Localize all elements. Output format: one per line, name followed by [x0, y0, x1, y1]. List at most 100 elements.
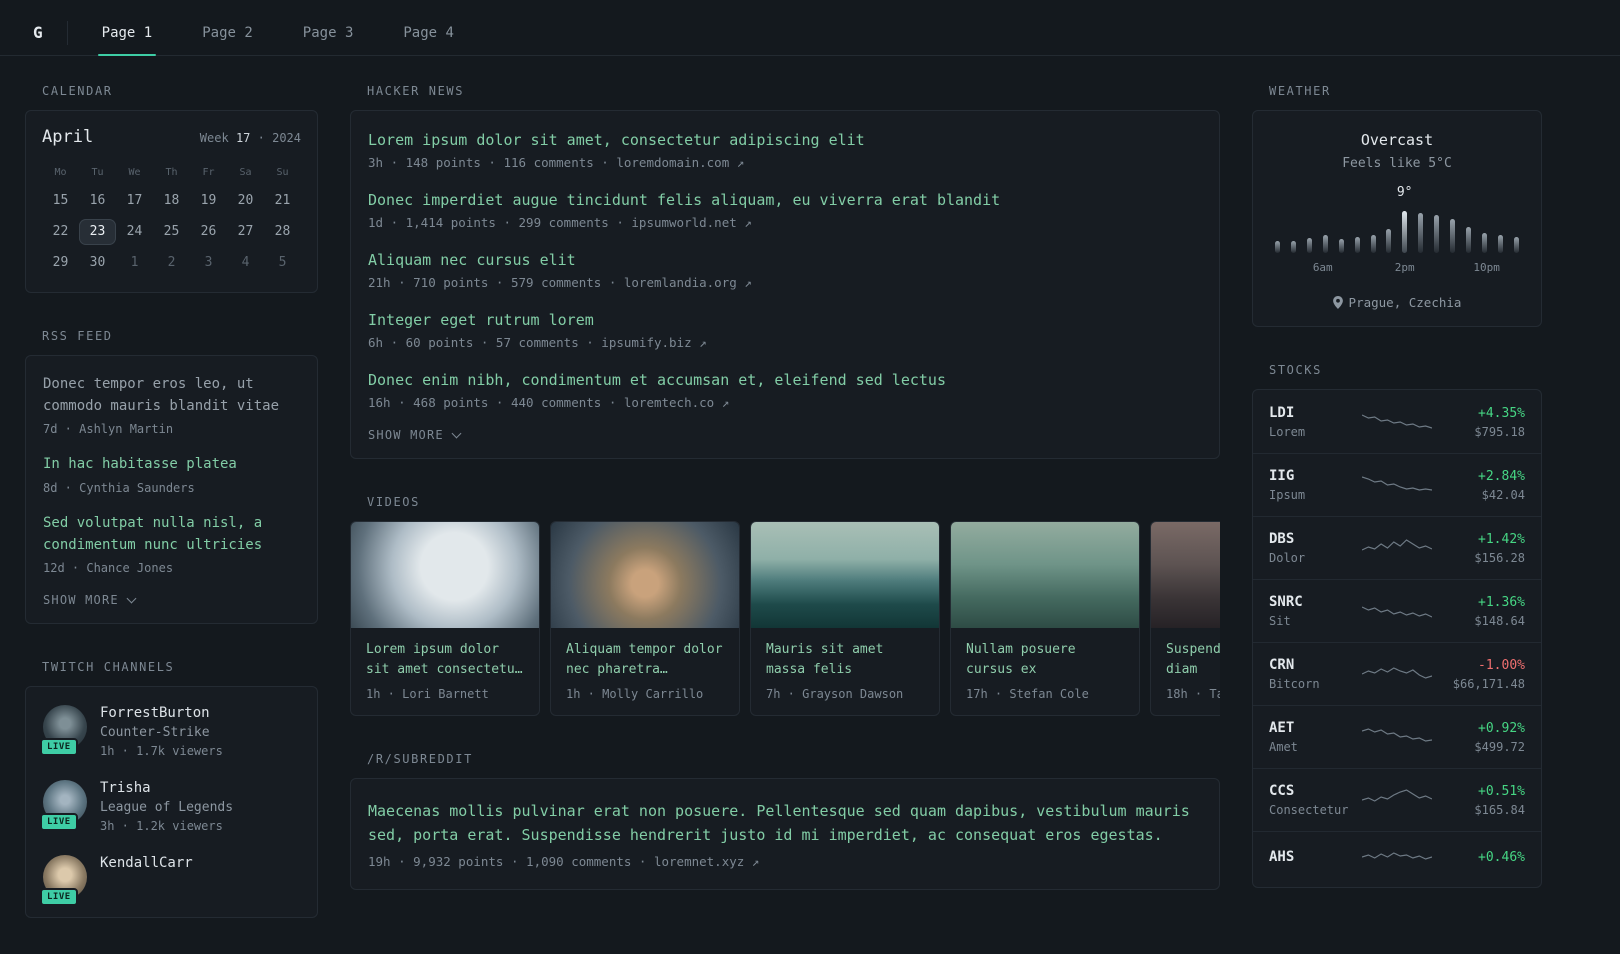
subreddit-post-meta[interactable]: 19h · 9,932 points · 1,090 comments · lo… [368, 854, 1202, 869]
stock-name: Dolor [1269, 551, 1306, 565]
calendar-day: 2 [167, 255, 176, 270]
rss-item: Donec tempor eros leo, ut commodo mauris… [43, 374, 300, 436]
video-meta: 7h · Grayson Dawson [766, 687, 904, 701]
hackernews-item: Donec enim nibh, condimentum et accumsan… [368, 371, 1202, 410]
weather-bar [1354, 237, 1360, 253]
app-logo[interactable]: G [33, 20, 68, 45]
stock-id: CCS Consectetur [1269, 783, 1361, 817]
video-card-body: Aliquam tempor dolor nec pharetra… 1h · … [551, 628, 739, 715]
hackernews-item-link[interactable]: Donec enim nibh, condimentum et accumsan… [368, 371, 1202, 389]
twitch-channel-row[interactable]: LIVE Trisha League of Legends 3h · 1.2k … [40, 780, 300, 834]
rss-item-link[interactable]: Donec tempor eros leo, ut commodo mauris… [43, 374, 300, 417]
stock-sparkline [1361, 846, 1433, 872]
stock-symbol: AHS [1269, 849, 1295, 865]
stock-values: +1.36% $148.64 [1433, 595, 1525, 628]
stock-price: $148.64 [1474, 613, 1525, 628]
stock-id: LDI Lorem [1269, 405, 1361, 439]
weather-widget: WEATHER Overcast Feels like 5°C 9° 6am 2… [1252, 84, 1542, 327]
twitch-channel-row[interactable]: LIVE ForrestBurton Counter-Strike 1h · 1… [40, 705, 300, 758]
stock-symbol: DBS [1269, 531, 1295, 547]
stock-row[interactable]: AHS +0.46% [1253, 831, 1541, 886]
page-tabs: Page 1 Page 2 Page 3 Page 4 [90, 10, 466, 56]
day-name: We [128, 167, 141, 178]
calendar-day: 17 [126, 193, 143, 208]
rss-item-link[interactable]: Sed volutpat nulla nisl, a condimentum n… [43, 513, 300, 556]
stock-row[interactable]: LDI Lorem +4.35% $795.18 [1253, 391, 1541, 453]
stock-change: +1.42% [1478, 531, 1525, 547]
stock-row[interactable]: IIG Ipsum +2.84% $42.04 [1253, 453, 1541, 516]
video-card[interactable]: Lorem ipsum dolor sit amet consectetu… 1… [350, 521, 540, 716]
rss-item-link[interactable]: In hac habitasse platea [43, 454, 300, 476]
twitch-channel-meta: 3h · 1.2k viewers [100, 819, 223, 834]
stock-sparkline [1361, 787, 1433, 813]
stock-id: AHS [1269, 849, 1361, 869]
video-card[interactable]: Suspendisse diam 18h · Tara [1150, 521, 1220, 716]
tab-page-3[interactable]: Page 3 [291, 10, 366, 55]
video-meta: 17h · Stefan Cole [966, 687, 1089, 701]
hackernews-item-link[interactable]: Lorem ipsum dolor sit amet, consectetur … [368, 131, 1202, 149]
stock-change: +0.46% [1478, 849, 1525, 865]
stocks-box: LDI Lorem +4.35% $795.18 IIG Ipsum +2.84… [1252, 389, 1542, 888]
stock-row[interactable]: AET Amet +0.92% $499.72 [1253, 705, 1541, 768]
stock-price: $42.04 [1481, 487, 1525, 502]
stock-values: +0.46% [1433, 850, 1525, 869]
subreddit-widget: /R/SUBREDDIT Maecenas mollis pulvinar er… [350, 752, 1220, 890]
hackernews-item-link[interactable]: Aliquam nec cursus elit [368, 251, 1202, 269]
weather-bar [1418, 213, 1424, 253]
video-card[interactable]: Aliquam tempor dolor nec pharetra… 1h · … [550, 521, 740, 716]
weather-bar [1322, 235, 1328, 253]
video-card[interactable]: Mauris sit amet massa felis 7h · Grayson… [750, 521, 940, 716]
hackernews-show-more-button[interactable]: SHOW MORE [368, 428, 462, 442]
calendar-day: 19 [200, 193, 217, 208]
tab-page-2[interactable]: Page 2 [190, 10, 265, 55]
stock-change: -1.00% [1478, 657, 1525, 673]
rss-show-more-button[interactable]: SHOW MORE [43, 593, 137, 607]
hackernews-item-meta[interactable]: 1d · 1,414 points · 299 comments · ipsum… [368, 215, 1202, 230]
stock-row[interactable]: CCS Consectetur +0.51% $165.84 [1253, 768, 1541, 831]
weather-peak-temp: 9° [1396, 185, 1413, 200]
subreddit-widget-title: /R/SUBREDDIT [367, 752, 473, 766]
weather-location: Prague, Czechia [1269, 295, 1525, 310]
video-card-body: Lorem ipsum dolor sit amet consectetu… 1… [351, 628, 539, 715]
hackernews-item-meta[interactable]: 3h · 148 points · 116 comments · loremdo… [368, 155, 1202, 170]
tab-page-1[interactable]: Page 1 [90, 10, 165, 56]
video-title: Aliquam tempor dolor nec pharetra… [566, 642, 723, 677]
week-word: Week [199, 131, 229, 145]
calendar-day: 3 [204, 255, 213, 270]
stock-price: $499.72 [1474, 739, 1525, 754]
rss-item-meta: 12d · Chance Jones [43, 561, 174, 576]
weather-chart: 9° [1269, 185, 1525, 253]
hackernews-item-meta[interactable]: 16h · 468 points · 440 comments · loremt… [368, 395, 1202, 410]
hackernews-item-link[interactable]: Integer eget rutrum lorem [368, 311, 1202, 329]
stock-row[interactable]: SNRC Sit +1.36% $148.64 [1253, 579, 1541, 642]
stock-price: $795.18 [1474, 424, 1525, 439]
hackernews-item-meta[interactable]: 21h · 710 points · 579 comments · loreml… [368, 275, 1202, 290]
calendar-widget-title: CALENDAR [42, 84, 113, 98]
calendar-week-label: Week 17 · 2024 [200, 131, 301, 145]
stock-symbol: CCS [1269, 783, 1295, 799]
rss-widget-title: RSS FEED [42, 329, 113, 343]
video-card[interactable]: Nullam posuere cursus ex 17h · Stefan Co… [950, 521, 1140, 716]
twitch-channel-game: Counter-Strike [100, 725, 210, 741]
subreddit-post-link[interactable]: Maecenas mollis pulvinar erat non posuer… [368, 799, 1202, 847]
video-thumbnail [351, 522, 539, 628]
hackernews-item-link[interactable]: Donec imperdiet augue tincidunt felis al… [368, 191, 1202, 209]
day-name: Sa [239, 167, 252, 178]
hackernews-item-meta[interactable]: 6h · 60 points · 57 comments · ipsumify.… [368, 335, 1202, 350]
rss-item-meta: 7d · Ashlyn Martin [43, 422, 174, 437]
tab-page-4[interactable]: Page 4 [391, 10, 466, 55]
twitch-avatar-wrap: LIVE [40, 705, 87, 757]
stock-id: IIG Ipsum [1269, 468, 1361, 502]
twitch-channel-row[interactable]: LIVE KendallCarr [40, 855, 300, 907]
video-meta: 18h · Tara [1166, 687, 1220, 701]
hackernews-item: Integer eget rutrum lorem 6h · 60 points… [368, 311, 1202, 350]
middle-column: HACKER NEWS Lorem ipsum dolor sit amet, … [350, 84, 1220, 926]
weather-bar [1402, 211, 1408, 253]
stock-change: +4.35% [1478, 405, 1525, 421]
stock-row[interactable]: CRN Bitcorn -1.00% $66,171.48 [1253, 642, 1541, 705]
stock-id: AET Amet [1269, 720, 1361, 754]
stock-row[interactable]: DBS Dolor +1.42% $156.28 [1253, 516, 1541, 579]
video-title: Suspendisse diam [1166, 642, 1220, 677]
calendar-day: 15 [52, 193, 69, 208]
live-badge: LIVE [40, 888, 78, 907]
